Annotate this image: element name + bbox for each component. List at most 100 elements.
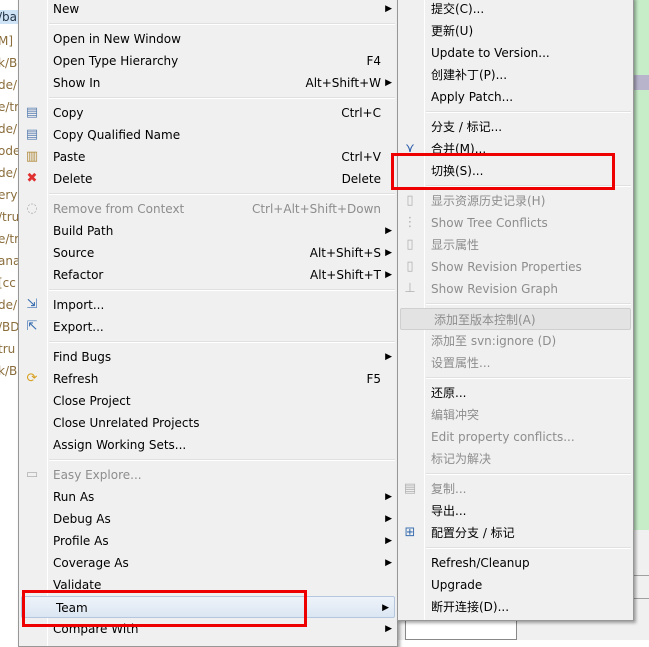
- background-text-fragment: de/: [0, 122, 18, 136]
- merge-icon: ⋎: [405, 141, 415, 156]
- menu-item-refresh-cleanup[interactable]: Refresh/Cleanup: [398, 552, 633, 574]
- menu-item-open-type-hierarchy[interactable]: Open Type Hierarchy F4: [19, 50, 397, 72]
- background-text-fragment: [cc: [0, 276, 16, 290]
- menu-item-label: Copy Qualified Name: [53, 128, 181, 142]
- menu-item-validate[interactable]: Validate: [19, 574, 397, 596]
- menu-item-p[interactable]: 创建补丁(P)...: [398, 64, 633, 86]
- submenu-arrow-icon: ▶: [385, 4, 392, 14]
- menu-separator: [19, 456, 397, 464]
- editor-background: /ba M] k/B de/e/tr de/ode de/ery/tru e/tr ana [c…: [0, 0, 20, 640]
- menu-item-label: Upgrade: [431, 578, 483, 592]
- submenu-arrow-icon: ▶: [382, 603, 389, 613]
- menu-item-open-in-new-window[interactable]: Open in New Window: [19, 28, 397, 50]
- menu-separator: [19, 94, 397, 102]
- tree-conflicts-icon: ⋮: [403, 215, 417, 230]
- menu-item-copy-qualified-name[interactable]: ▤ Copy Qualified Name: [19, 124, 397, 146]
- menu-item-new[interactable]: New ▶: [19, 0, 397, 20]
- copy-icon: ▤: [25, 105, 39, 120]
- menu-item-label: Show Tree Conflicts: [431, 216, 548, 230]
- menu-item-build-path[interactable]: Build Path ▶: [19, 220, 397, 242]
- context-menu: New ▶ Open in New Window Open Type Hierarch…: [18, 0, 398, 647]
- menu-separator: [19, 20, 397, 28]
- menu-item-export[interactable]: ⇱ Export...: [19, 316, 397, 338]
- menu-item-label: Close Unrelated Projects: [53, 416, 200, 430]
- menu-item-label: Profile As: [53, 534, 109, 548]
- menu-item-label: Update to Version...: [431, 46, 550, 60]
- menu-item-team[interactable]: Team ▶: [21, 596, 395, 618]
- menu-item-assign-working-sets[interactable]: Assign Working Sets...: [19, 434, 397, 456]
- submenu-arrow-icon: ▶: [385, 492, 392, 502]
- menu-item-edit-property-conflicts: Edit property conflicts...: [398, 426, 633, 448]
- menu-item-label: Compare With: [53, 622, 139, 636]
- menu-item-label: 添加至 svn:ignore (D): [431, 334, 557, 348]
- menu-item-u[interactable]: 更新(U): [398, 20, 633, 42]
- menu-item-upgrade[interactable]: Upgrade: [398, 574, 633, 596]
- menu-item-coverage-as[interactable]: Coverage As ▶: [19, 552, 397, 574]
- menu-item-compare-with[interactable]: Compare With ▶: [19, 618, 397, 640]
- menu-item-update-to-version[interactable]: Update to Version...: [398, 42, 633, 64]
- menu-item-label: 切换(S)...: [431, 164, 484, 178]
- menu-item-show-in[interactable]: Show In Alt+Shift+W ▶: [19, 72, 397, 94]
- shortcut-label: Ctrl+Alt+Shift+Down: [251, 202, 381, 216]
- menu-item-item[interactable]: 导出...: [398, 500, 633, 522]
- menu-item-label: Validate: [53, 578, 102, 592]
- menu-item-apply-patch[interactable]: Apply Patch...: [398, 86, 633, 108]
- menu-item-label: Edit property conflicts...: [431, 430, 575, 444]
- menu-item-refresh[interactable]: ⟳ Refresh F5: [19, 368, 397, 390]
- export-icon: ⇱: [26, 319, 38, 334]
- background-text-fragment: tru: [0, 342, 16, 356]
- branch-config-icon: ⊞: [404, 525, 416, 540]
- menu-item-run-as[interactable]: Run As ▶: [19, 486, 397, 508]
- menu-item-close-project[interactable]: Close Project: [19, 390, 397, 412]
- menu-item-profile-as[interactable]: Profile As ▶: [19, 530, 397, 552]
- menu-item-label: 编辑冲突: [431, 408, 480, 422]
- background-text-fragment: /BD: [0, 320, 20, 334]
- menu-item-label: 还原...: [431, 386, 467, 400]
- menu-item-delete[interactable]: ✖ Delete Delete: [19, 168, 397, 190]
- menu-item-label: 合并(M)...: [431, 142, 487, 156]
- menu-item-item[interactable]: 还原...: [398, 382, 633, 404]
- menu-item-find-bugs[interactable]: Find Bugs ▶: [19, 346, 397, 368]
- shortcut-label: Alt+Shift+S: [309, 246, 381, 260]
- menu-item-refactor[interactable]: Refactor Alt+Shift+T ▶: [19, 264, 397, 286]
- menu-item-source[interactable]: Source Alt+Shift+S ▶: [19, 242, 397, 264]
- menu-separator: [19, 286, 397, 294]
- submenu-arrow-icon: ▶: [385, 624, 392, 634]
- menu-item-s[interactable]: 切换(S)...: [398, 160, 633, 182]
- menu-item-c[interactable]: 提交(C)...: [398, 0, 633, 20]
- menu-item-label: Open Type Hierarchy: [53, 54, 179, 68]
- menu-item-debug-as[interactable]: Debug As ▶: [19, 508, 397, 530]
- menu-separator: [19, 338, 397, 346]
- menu-item-label: Refresh/Cleanup: [431, 556, 530, 570]
- menu-item-label: Debug As: [53, 512, 111, 526]
- menu-item-item: 编辑冲突: [398, 404, 633, 426]
- background-text-fragment: de/: [0, 78, 18, 92]
- background-text-fragment: k/B: [0, 364, 18, 378]
- background-text-fragment: k/B: [0, 56, 18, 70]
- shortcut-label: Delete: [341, 172, 381, 186]
- menu-item-label: Apply Patch...: [431, 90, 514, 104]
- menu-item-label: Show In: [53, 76, 101, 90]
- background-text-fragment: e/tr: [0, 100, 20, 114]
- shortcut-label: Alt+Shift+W: [305, 76, 382, 90]
- background-text-fragment: de/: [0, 166, 18, 180]
- submenu-arrow-icon: ▶: [385, 536, 392, 546]
- menu-item-copy[interactable]: ▤ Copy Ctrl+C: [19, 102, 397, 124]
- submenu-arrow-icon: ▶: [385, 248, 392, 258]
- menu-item-easy-explore: ▭ Easy Explore...: [19, 464, 397, 486]
- menu-item-close-unrelated-projects[interactable]: Close Unrelated Projects: [19, 412, 397, 434]
- menu-separator: [398, 374, 633, 382]
- menu-item-m[interactable]: ⋎ 合并(M)...: [398, 138, 633, 160]
- menu-item-label: Import...: [53, 298, 105, 312]
- properties-icon: ▯: [406, 237, 414, 252]
- refresh-icon: ⟳: [26, 371, 38, 386]
- menu-item-label: 配置分支 / 标记: [431, 526, 515, 540]
- menu-item-label: 复制...: [431, 482, 467, 496]
- menu-separator: [398, 544, 633, 552]
- menu-item-item[interactable]: 分支 / 标记...: [398, 116, 633, 138]
- menu-item-import[interactable]: ⇲ Import...: [19, 294, 397, 316]
- menu-item-paste[interactable]: ▥ Paste Ctrl+V: [19, 146, 397, 168]
- menu-item-item[interactable]: ⊞ 配置分支 / 标记: [398, 522, 633, 544]
- menu-item-d[interactable]: 断开连接(D)...: [398, 596, 633, 618]
- menu-item-label: 断开连接(D)...: [431, 600, 510, 614]
